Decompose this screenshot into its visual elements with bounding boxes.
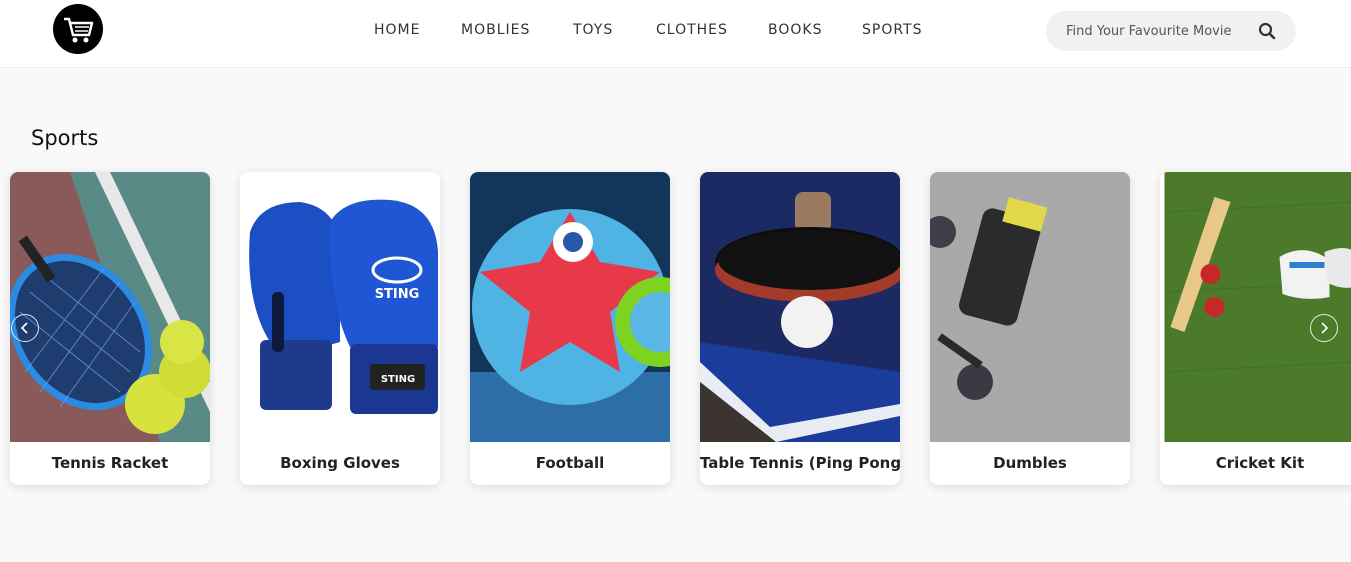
football-image [470,172,670,442]
chevron-left-icon [20,322,28,334]
nav-moblies[interactable]: MOBLIES [461,22,530,38]
boxing-gloves-image: STING STING [240,172,440,442]
nav-books[interactable]: BOOKS [768,22,822,38]
nav-toys[interactable]: TOYS [573,22,613,38]
carousel-next-button[interactable] [1310,314,1338,342]
carousel-prev-button[interactable] [11,314,39,342]
cricket-kit-image [1160,172,1351,442]
nav-sports[interactable]: SPORTS [862,22,923,38]
dumbles-image [930,172,1130,442]
chevron-right-icon [1321,322,1329,334]
card-title: Dumbles [993,454,1067,472]
page-footer-space [0,504,1351,562]
card-title: Tennis Racket [51,454,169,472]
sports-section: Sports Tennis Racket STING STING Boxing … [0,68,1351,504]
search-input[interactable] [1066,21,1246,41]
nav-clothes[interactable]: CLOTHES [656,22,728,38]
nav-home[interactable]: HOME [374,22,420,38]
site-header: HOME MOBLIES TOYS CLOTHES BOOKS SPORTS [0,0,1351,68]
product-card-dumbles[interactable]: Dumbles [930,172,1130,485]
search-icon[interactable] [1258,22,1276,40]
card-title: Football [535,454,605,472]
tennis-racket-image [10,172,210,442]
card-title: Cricket Kit [1215,454,1305,472]
table-tennis-image [700,172,900,442]
svg-text:STING: STING [375,287,420,302]
product-card-boxing-gloves[interactable]: STING STING Boxing Gloves [240,172,440,485]
svg-text:STING: STING [381,374,415,385]
card-title: Table Tennis (Ping Pong) [700,454,900,472]
product-card-football[interactable]: Football [470,172,670,485]
product-card-tennis-racket[interactable]: Tennis Racket [10,172,210,485]
product-card-table-tennis[interactable]: Table Tennis (Ping Pong) [700,172,900,485]
card-title: Boxing Gloves [280,454,400,472]
search-bar [1046,11,1296,51]
section-title: Sports [31,126,99,150]
